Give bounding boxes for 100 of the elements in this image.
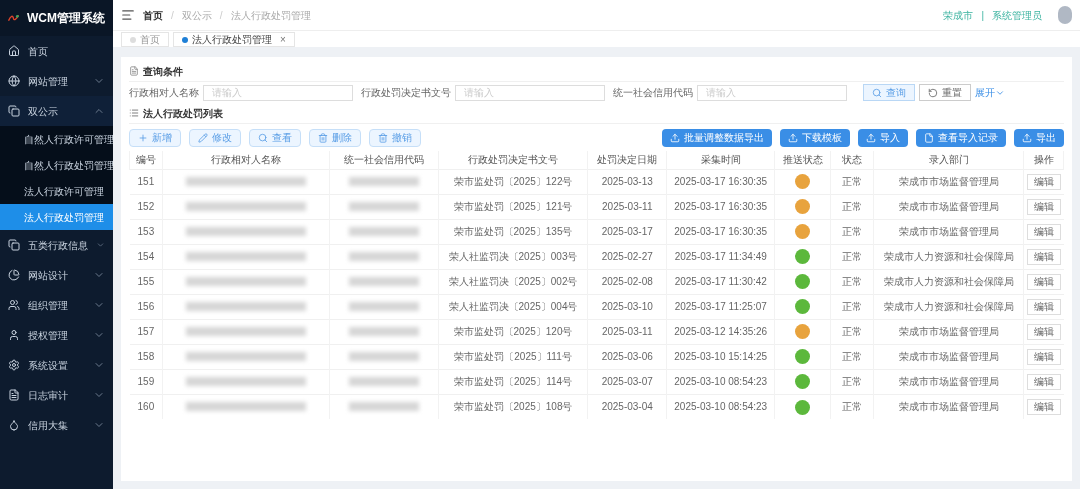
blurred-text-block <box>348 377 419 386</box>
copy-icon <box>8 105 20 117</box>
settings-icon <box>8 359 20 371</box>
sidebar-subitem[interactable]: 法人行政处罚管理 <box>0 204 113 230</box>
upload-icon <box>1022 132 1032 143</box>
sidebar-item[interactable]: 网站设计 <box>0 260 113 290</box>
table-cell: 2025-03-17 <box>587 219 667 244</box>
table-cell: 2025-03-10 15:14:25 <box>666 344 775 369</box>
table-cell: 正常 <box>830 294 874 319</box>
edit-button[interactable]: 编辑 <box>1026 373 1061 390</box>
edit-button[interactable]: 编辑 <box>1026 223 1061 240</box>
blurred-text-block <box>348 327 419 336</box>
document-icon <box>8 389 20 401</box>
column-header: 操作 <box>1023 151 1064 169</box>
table-cell: 2025-03-13 <box>587 169 667 194</box>
blurred-text-block <box>348 402 419 412</box>
edit-button[interactable]: 编辑 <box>1026 298 1061 315</box>
reset-button[interactable]: 重置 <box>919 84 971 101</box>
sidebar-item[interactable]: 系统设置 <box>0 350 113 380</box>
blurred-text-block <box>348 202 419 211</box>
copy-icon <box>8 239 20 251</box>
column-header: 处罚决定日期 <box>587 151 667 169</box>
column-header: 状态 <box>830 151 874 169</box>
trash-icon <box>318 132 328 143</box>
table-cell: 156 <box>129 294 163 319</box>
table-cell: 157 <box>129 319 163 344</box>
blurred-text-block <box>348 177 419 186</box>
edit-button[interactable]: 编辑 <box>1026 173 1061 190</box>
field-label: 统一社会信用代码 <box>613 86 693 100</box>
table-cell: 2025-03-17 11:34:49 <box>666 244 775 269</box>
sidebar-subitem[interactable]: 法人行政许可管理 <box>0 178 113 204</box>
sidebar-item[interactable]: 日志审计 <box>0 380 113 410</box>
table-cell: 荣市监处罚〔2025〕121号 <box>438 194 588 219</box>
table-cell: 正常 <box>830 269 874 294</box>
sidebar-item[interactable]: 双公示 <box>0 96 113 126</box>
sidebar-subitem[interactable]: 自然人行政许可管理 <box>0 126 113 152</box>
sidebar-item[interactable]: 组织管理 <box>0 290 113 320</box>
sidebar-subitem[interactable]: 自然人行政处罚管理 <box>0 152 113 178</box>
table-cell: 2025-03-10 <box>587 294 667 319</box>
breadcrumb-separator: / <box>171 8 174 23</box>
toolbar-button[interactable]: 导出 <box>1014 128 1064 147</box>
table-cell: 153 <box>129 219 163 244</box>
column-header: 行政处罚决定书文号 <box>438 151 588 169</box>
table-cell: 荣成市市场监督管理局 <box>873 219 1024 244</box>
table-cell: 2025-03-17 11:30:42 <box>666 269 775 294</box>
column-header: 行政相对人名称 <box>162 151 330 169</box>
table-cell: 正常 <box>830 369 874 394</box>
edit-button[interactable]: 编辑 <box>1026 348 1061 365</box>
column-header: 采集时间 <box>666 151 775 169</box>
sidebar-item[interactable]: 授权管理 <box>0 320 113 350</box>
toolbar-button[interactable]: 批量调整数据导出 <box>662 128 772 147</box>
users-icon <box>8 299 20 311</box>
toolbar-button[interactable]: 查看导入记录 <box>916 128 1006 147</box>
edit-button[interactable]: 编辑 <box>1026 248 1061 265</box>
breadcrumb-link[interactable]: 首页 <box>143 7 163 23</box>
table-cell: 155 <box>129 269 163 294</box>
table-cell: 2025-03-17 16:30:35 <box>666 169 775 194</box>
table-cell: 荣成市市场监督管理局 <box>873 194 1024 219</box>
user-icon <box>8 329 20 341</box>
table-cell: 2025-03-11 <box>587 319 667 344</box>
edit-button[interactable]: 编辑 <box>1026 323 1061 340</box>
sidebar-item[interactable]: 信用大集 <box>0 410 113 440</box>
table-cell: 荣人社监罚决〔2025〕004号 <box>438 294 588 319</box>
table-cell: 荣市监处罚〔2025〕114号 <box>438 369 588 394</box>
section-title: 查询条件 <box>143 64 183 79</box>
table-cell: 2025-03-17 16:30:35 <box>666 219 775 244</box>
sidebar-item[interactable]: 首页 <box>0 36 113 66</box>
sidebar-item[interactable]: 五类行政信息 <box>0 230 113 260</box>
table-cell: 160 <box>129 394 163 419</box>
pencil-icon <box>198 132 208 143</box>
toolbar-button[interactable]: 下载模板 <box>780 128 850 147</box>
reset-icon <box>928 87 938 98</box>
menu-icon[interactable] <box>121 8 135 22</box>
close-icon[interactable]: × <box>280 32 286 47</box>
edit-button[interactable]: 编辑 <box>1026 398 1061 415</box>
table-cell: 荣市监处罚〔2025〕111号 <box>438 344 588 369</box>
table-cell: 151 <box>129 169 163 194</box>
column-header: 推送状态 <box>774 151 831 169</box>
table-cell: 正常 <box>830 319 874 344</box>
table-cell: 158 <box>129 344 163 369</box>
upload-icon <box>788 132 798 143</box>
table-cell: 2025-03-10 08:54:23 <box>666 369 775 394</box>
table-cell: 荣成市人力资源和社会保障局 <box>873 294 1024 319</box>
edit-button[interactable]: 编辑 <box>1026 273 1061 290</box>
table-cell: 荣成市市场监督管理局 <box>873 344 1024 369</box>
upload-icon <box>670 132 680 143</box>
page-tab[interactable]: 法人行政处罚管理 × <box>173 32 295 47</box>
expand-link[interactable]: 展开 <box>975 85 1005 100</box>
table-cell: 2025-03-12 14:35:26 <box>666 319 775 344</box>
search-icon <box>872 87 882 98</box>
table-cell: 荣市监处罚〔2025〕122号 <box>438 169 588 194</box>
edit-button[interactable]: 编辑 <box>1026 198 1061 215</box>
toolbar-button[interactable]: 导入 <box>858 128 908 147</box>
blurred-text-block <box>348 302 419 311</box>
sidebar-item[interactable]: 网站管理 <box>0 66 113 96</box>
table-cell: 荣成市市场监督管理局 <box>873 394 1024 419</box>
droplet-icon <box>8 419 20 431</box>
user-separator: | <box>981 8 984 23</box>
upload-icon <box>866 132 876 143</box>
table-cell: 荣人社监罚决〔2025〕003号 <box>438 244 588 269</box>
